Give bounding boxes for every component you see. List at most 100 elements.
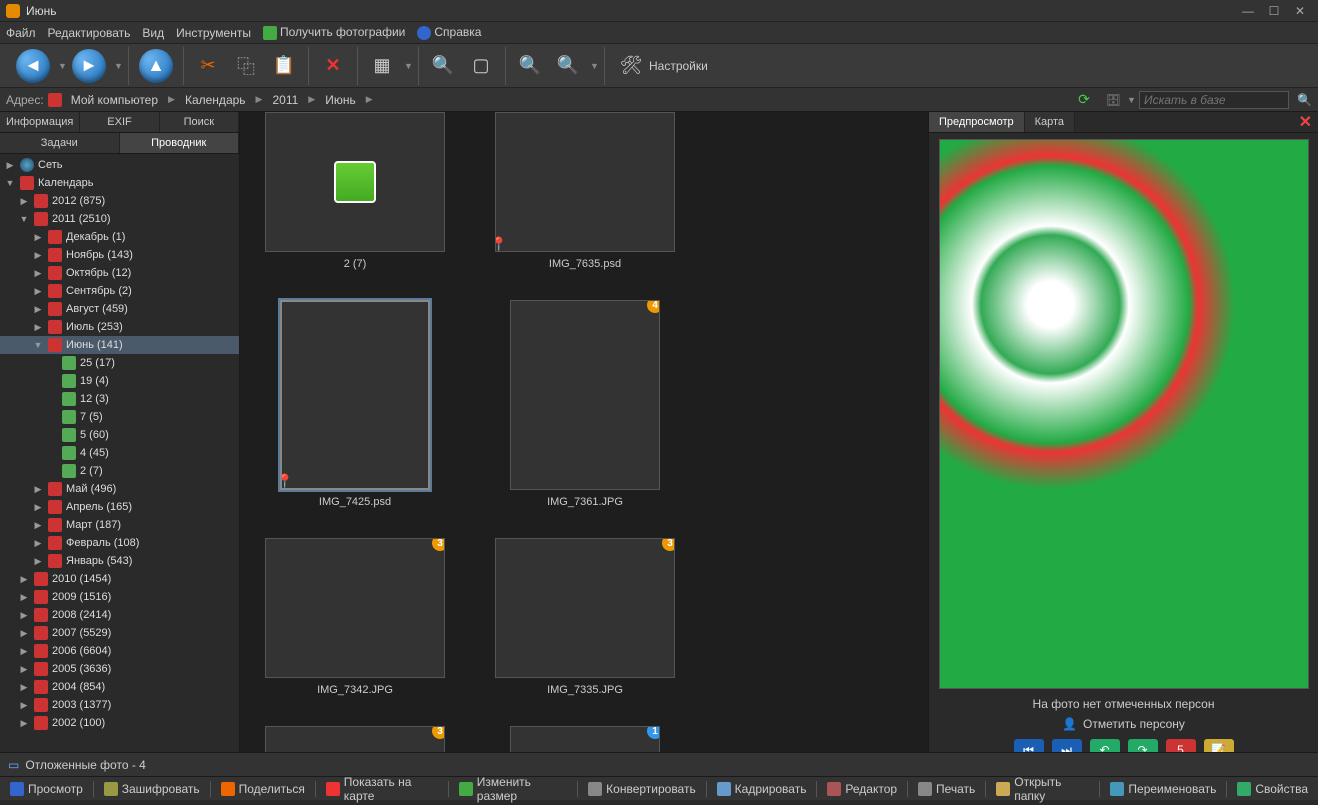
tree-expander[interactable]: ▶ xyxy=(18,574,30,585)
tree-item[interactable]: ▶2012 (875) xyxy=(0,192,239,210)
breadcrumb-root[interactable]: Мой компьютер xyxy=(69,93,160,107)
prev-next-button[interactable]: ⏭ xyxy=(1052,739,1082,752)
tree-item[interactable]: ▶Июль (253) xyxy=(0,318,239,336)
forward-history-dropdown[interactable]: ▼ xyxy=(112,61,122,71)
tree-expander[interactable]: ▶ xyxy=(18,196,30,207)
deferred-bar[interactable]: ▭ Отложенные фото - 4 xyxy=(0,752,1318,776)
tab-search[interactable]: Поиск xyxy=(160,112,239,132)
tree-item[interactable]: 12 (3) xyxy=(0,390,239,408)
zoom-out-button[interactable]: 🔍 xyxy=(550,48,586,84)
bb-view[interactable]: Просмотр xyxy=(4,780,89,798)
tree-item[interactable]: 4 (45) xyxy=(0,444,239,462)
tree-expander[interactable]: ▶ xyxy=(18,700,30,711)
nav-forward-button[interactable]: ► xyxy=(68,45,110,87)
tree-expander[interactable]: ▶ xyxy=(18,664,30,675)
bb-rename[interactable]: Переименовать xyxy=(1104,780,1222,798)
tree-item[interactable]: ▶Ноябрь (143) xyxy=(0,246,239,264)
tree-item[interactable]: ▶Январь (543) xyxy=(0,552,239,570)
tree-item[interactable]: ▶Февраль (108) xyxy=(0,534,239,552)
tree-expander[interactable]: ▶ xyxy=(18,682,30,693)
tree-expander[interactable]: ▶ xyxy=(4,160,16,171)
tree-item[interactable]: ▶2008 (2414) xyxy=(0,606,239,624)
bb-crop[interactable]: Кадрировать xyxy=(711,780,813,798)
tree-expander[interactable]: ▶ xyxy=(18,646,30,657)
tree-item[interactable]: ▶2005 (3636) xyxy=(0,660,239,678)
tree-item[interactable]: ▶2006 (6604) xyxy=(0,642,239,660)
settings-button[interactable]: 🛠 Настройки xyxy=(611,48,716,84)
thumbnail[interactable]: 📍IMG_7635.psd xyxy=(490,112,680,270)
bb-encrypt[interactable]: Зашифровать xyxy=(98,780,206,798)
menu-help[interactable]: Справка xyxy=(417,25,481,40)
tree-expander[interactable]: ▶ xyxy=(32,502,44,513)
tag-person-button[interactable]: 👤 Отметить персону xyxy=(1062,717,1185,731)
menu-tools[interactable]: Инструменты xyxy=(176,26,251,40)
bb-print[interactable]: Печать xyxy=(912,780,981,798)
thumbnail[interactable]: 3📍IMG_7337.JPG xyxy=(260,726,450,752)
undo-button[interactable]: ↶ xyxy=(1090,739,1120,752)
tree-item[interactable]: ▶2010 (1454) xyxy=(0,570,239,588)
tree-expander[interactable]: ▶ xyxy=(32,520,44,531)
note-button[interactable]: 📝 xyxy=(1204,739,1234,752)
tree-item[interactable]: ▶2009 (1516) xyxy=(0,588,239,606)
tree-item[interactable]: ▼Июнь (141) xyxy=(0,336,239,354)
nav-back-button[interactable]: ◄ xyxy=(12,45,54,87)
breadcrumb-2[interactable]: 2011 xyxy=(270,93,300,107)
tree-expander[interactable]: ▶ xyxy=(32,538,44,549)
tree-item[interactable]: 2 (7) xyxy=(0,462,239,480)
bb-share[interactable]: Поделиться xyxy=(215,780,311,798)
breadcrumb-3[interactable]: Июнь xyxy=(323,93,358,107)
view-thumbnails-button[interactable]: ▦ xyxy=(364,48,400,84)
refresh-icon[interactable]: ⟳ xyxy=(1078,91,1090,108)
tree-expander[interactable]: ▼ xyxy=(32,340,44,350)
thumbnail-view[interactable]: 2 (7) 📍IMG_7635.psd 📍IMG_7425.psd4IMG_7361… xyxy=(240,112,928,752)
cut-button[interactable]: ✂ xyxy=(190,48,226,84)
tree-item[interactable]: ▶Декабрь (1) xyxy=(0,228,239,246)
tree-item[interactable]: ▶2002 (100) xyxy=(0,714,239,732)
tab-tasks[interactable]: Задачи xyxy=(0,133,120,153)
minimize-button[interactable]: — xyxy=(1236,3,1260,19)
tree-item[interactable]: 25 (17) xyxy=(0,354,239,372)
back-history-dropdown[interactable]: ▼ xyxy=(56,61,66,71)
thumbnail[interactable]: 4IMG_7361.JPG xyxy=(490,300,680,508)
zoom-in-button[interactable]: 🔍 xyxy=(512,48,548,84)
thumbnail[interactable]: 1📍img_7979.jpg xyxy=(490,726,680,752)
tree-item[interactable]: 7 (5) xyxy=(0,408,239,426)
tree-item[interactable]: ▶Сеть xyxy=(0,156,239,174)
close-panel-button[interactable]: ✕ xyxy=(1293,112,1318,132)
tree-item[interactable]: ▶Апрель (165) xyxy=(0,498,239,516)
search-icon[interactable]: 🔍 xyxy=(1297,93,1312,107)
tree-item[interactable]: ▼Календарь xyxy=(0,174,239,192)
tree-item[interactable]: ▶2003 (1377) xyxy=(0,696,239,714)
tree-expander[interactable]: ▼ xyxy=(4,178,16,188)
bb-convert[interactable]: Конвертировать xyxy=(582,780,702,798)
rating-button[interactable]: 5 xyxy=(1166,739,1196,752)
menu-view[interactable]: Вид xyxy=(142,26,164,40)
copy-button[interactable]: ⿻ xyxy=(228,48,264,84)
tree-expander[interactable]: ▶ xyxy=(18,718,30,729)
menu-get-photos[interactable]: Получить фотографии xyxy=(263,25,405,40)
tab-info[interactable]: Информация xyxy=(0,112,80,132)
delete-button[interactable]: ✕ xyxy=(315,48,351,84)
bb-editor[interactable]: Редактор xyxy=(821,780,903,798)
breadcrumb-1[interactable]: Календарь xyxy=(183,93,248,107)
slideshow-button[interactable]: ▢ xyxy=(463,48,499,84)
paste-button[interactable]: 📋 xyxy=(266,48,302,84)
tab-explorer[interactable]: Проводник xyxy=(120,133,240,153)
tree-expander[interactable]: ▶ xyxy=(18,628,30,639)
tree-expander[interactable]: ▶ xyxy=(32,268,44,279)
zoom-dropdown[interactable]: ▼ xyxy=(588,61,598,71)
tab-exif[interactable]: EXIF xyxy=(80,112,159,132)
tree-item[interactable]: 5 (60) xyxy=(0,426,239,444)
tree-item[interactable]: ▶2004 (854) xyxy=(0,678,239,696)
bb-properties[interactable]: Свойства xyxy=(1231,780,1314,798)
tab-map[interactable]: Карта xyxy=(1025,112,1075,132)
prev-first-button[interactable]: ⏮ xyxy=(1014,739,1044,752)
tree-expander[interactable]: ▼ xyxy=(18,214,30,224)
thumbnail[interactable]: 📍IMG_7425.psd xyxy=(260,300,450,508)
tree-item[interactable]: ▶Март (187) xyxy=(0,516,239,534)
redo-button[interactable]: ↷ xyxy=(1128,739,1158,752)
thumbnail[interactable]: 3IMG_7335.JPG xyxy=(490,538,680,696)
tree-expander[interactable]: ▶ xyxy=(32,556,44,567)
thumbnail[interactable]: 2 (7) xyxy=(260,112,450,270)
tree-expander[interactable]: ▶ xyxy=(18,592,30,603)
